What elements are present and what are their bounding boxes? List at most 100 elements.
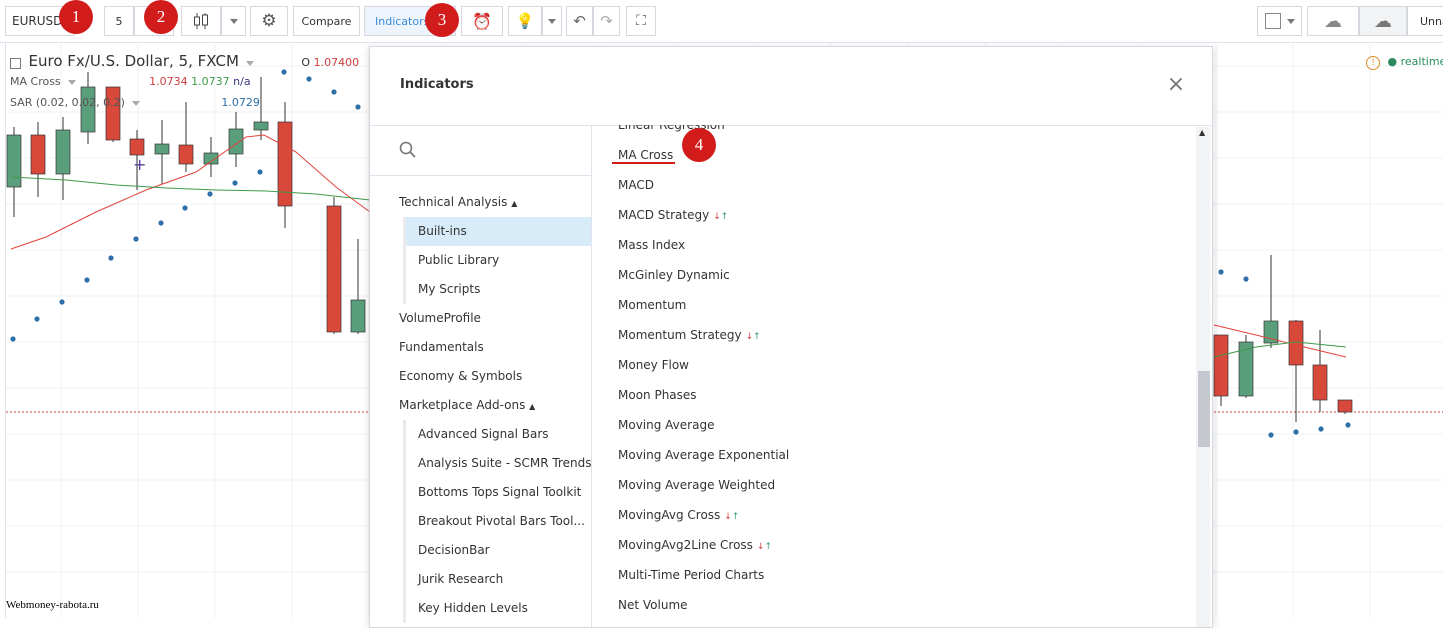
indicator-label: Momentum Strategy: [618, 328, 742, 342]
nav-public-library[interactable]: Public Library: [403, 246, 591, 275]
nav-addon-item[interactable]: Key Hidden Levels: [403, 594, 591, 623]
indicator-item[interactable]: Multi-Time Period Charts: [618, 568, 764, 582]
scrollbar-thumb[interactable]: [1198, 371, 1210, 447]
nav-addon-item[interactable]: DecisionBar: [403, 536, 591, 565]
dialog-title: Indicators: [400, 77, 474, 92]
ma-slow-line: [10, 176, 371, 201]
nav-builtins[interactable]: Built-ins: [403, 217, 591, 246]
nav-builtins-label: Built-ins: [418, 224, 467, 238]
indicator-item[interactable]: Mass Index: [618, 238, 685, 252]
interval-button[interactable]: 5: [104, 6, 134, 36]
load-cloud-button[interactable]: ☁: [1307, 6, 1359, 36]
sar-dot: [306, 76, 312, 82]
undo-button[interactable]: ↶: [566, 6, 593, 36]
save-cloud-button[interactable]: ☁: [1359, 6, 1407, 36]
indicator-item[interactable]: MACD: [618, 178, 654, 192]
nav-economy-symbols-label: Economy & Symbols: [399, 369, 523, 383]
indicator-item[interactable]: MA Cross: [618, 148, 673, 162]
nav-volume-profile[interactable]: VolumeProfile: [399, 311, 481, 325]
nav-addon-label: Bottoms Tops Signal Toolkit: [418, 485, 582, 499]
indicator-label: Moving Average: [618, 418, 715, 432]
candles-icon: [194, 13, 208, 29]
ma-fast-value: 1.0734: [149, 75, 188, 88]
scroll-up-icon[interactable]: ▲: [1199, 128, 1205, 137]
indicator-item[interactable]: McGinley Dynamic: [618, 268, 730, 282]
alert-button[interactable]: ⏰: [461, 6, 503, 36]
nav-marketplace[interactable]: Marketplace Add-ons ▲: [399, 398, 535, 412]
candle-body: [30, 134, 46, 175]
indicator-item[interactable]: Moving Average: [618, 418, 714, 432]
chevron-down-icon[interactable]: [132, 101, 141, 106]
nav-fundamentals[interactable]: Fundamentals: [399, 340, 484, 354]
indicator-item[interactable]: MovingAvg Cross ↓↑: [618, 508, 739, 522]
chart-style-button[interactable]: [181, 6, 221, 36]
indicator-categories: Technical Analysis ▲ Built-ins Public Li…: [370, 125, 592, 627]
chevron-down-icon: [548, 18, 556, 24]
step-badge-1: 1: [59, 0, 93, 34]
nav-my-scripts[interactable]: My Scripts: [403, 275, 591, 304]
nav-technical-analysis[interactable]: Technical Analysis ▲: [399, 195, 517, 209]
layout-button[interactable]: [1257, 6, 1302, 36]
strategy-arrows-icon: ↓↑: [756, 542, 773, 552]
sar-dot: [108, 255, 114, 261]
ma-cross-underline: [612, 162, 675, 164]
indicator-item[interactable]: Momentum: [618, 298, 686, 312]
candle-body: [228, 128, 244, 155]
candle-body: [154, 143, 170, 155]
nav-addon-label: Advanced Signal Bars: [418, 427, 549, 441]
sar-dot: [34, 316, 40, 322]
search-input[interactable]: [370, 125, 591, 176]
sar-dot: [207, 191, 213, 197]
sar-dot: [182, 205, 188, 211]
sar-dot: [1218, 269, 1224, 275]
collapse-icon[interactable]: [10, 57, 21, 69]
nav-addon-item[interactable]: Jurik Research: [403, 565, 591, 594]
fullscreen-button[interactable]: ⛶: [626, 6, 656, 36]
candle-body: [1337, 399, 1353, 413]
indicator-item[interactable]: Moving Average Exponential: [618, 448, 789, 462]
chevron-down-icon[interactable]: [68, 80, 77, 85]
ideas-button[interactable]: 💡: [508, 6, 542, 36]
nav-addon-item[interactable]: Advanced Signal Bars: [403, 420, 591, 449]
nav-economy-symbols[interactable]: Economy & Symbols: [399, 369, 522, 383]
symbol-label: EURUSD: [12, 14, 63, 28]
sar-dot: [232, 180, 238, 186]
ideas-dropdown[interactable]: [542, 6, 562, 36]
indicator-item[interactable]: Moving Average Weighted: [618, 478, 775, 492]
ma-slow-value: 1.0737: [191, 75, 230, 88]
indicator-item[interactable]: Money Flow: [618, 358, 689, 372]
chart-style-dropdown[interactable]: [221, 6, 246, 36]
indicator-label: Moon Phases: [618, 388, 697, 402]
compare-button[interactable]: Compare: [293, 6, 360, 36]
indicator-item[interactable]: Momentum Strategy ↓↑: [618, 328, 761, 342]
nav-addon-item[interactable]: Bottoms Tops Signal Toolkit: [403, 478, 591, 507]
redo-button[interactable]: ↷: [593, 6, 620, 36]
indicators-label: Indicators: [375, 14, 430, 28]
chevron-down-icon[interactable]: [246, 61, 255, 66]
indicator-item[interactable]: MovingAvg2Line Cross ↓↑: [618, 538, 772, 552]
close-icon[interactable]: ×: [1166, 74, 1186, 96]
layout-name-button[interactable]: Unna: [1407, 6, 1443, 36]
indicator-item[interactable]: Moon Phases: [618, 388, 697, 402]
nav-addon-item[interactable]: Analysis Suite - SCMR Trends: [403, 449, 591, 478]
candle-body: [1312, 364, 1328, 401]
indicator-item[interactable]: Net Volume: [618, 598, 688, 612]
warning-icon[interactable]: !: [1366, 56, 1380, 70]
indicator-item[interactable]: MACD Strategy ↓↑: [618, 208, 728, 222]
step-badge-3: 3: [425, 3, 459, 37]
sar-legend: SAR (0.02, 0.02, 0.2) 1.0729: [10, 96, 260, 109]
indicator-label: Mass Index: [618, 238, 686, 252]
ma-cross-legend: MA Cross 1.0734 1.0737 n/a: [10, 75, 251, 88]
candle-body: [326, 205, 342, 333]
status-dot-icon: ●: [1387, 55, 1398, 68]
indicator-list-scrollbar[interactable]: ▲: [1196, 127, 1210, 627]
caret-up-icon: ▲: [511, 199, 518, 208]
compare-label: Compare: [301, 14, 352, 28]
candle-body: [350, 299, 366, 333]
realtime-label: realtime: [1400, 55, 1443, 68]
settings-button[interactable]: ⚙: [250, 6, 288, 36]
fullscreen-icon: ⛶: [636, 13, 646, 29]
nav-addon-item[interactable]: Breakout Pivotal Bars Tool...: [403, 507, 591, 536]
indicator-label: Momentum: [618, 298, 687, 312]
undo-icon: ↶: [573, 12, 586, 30]
